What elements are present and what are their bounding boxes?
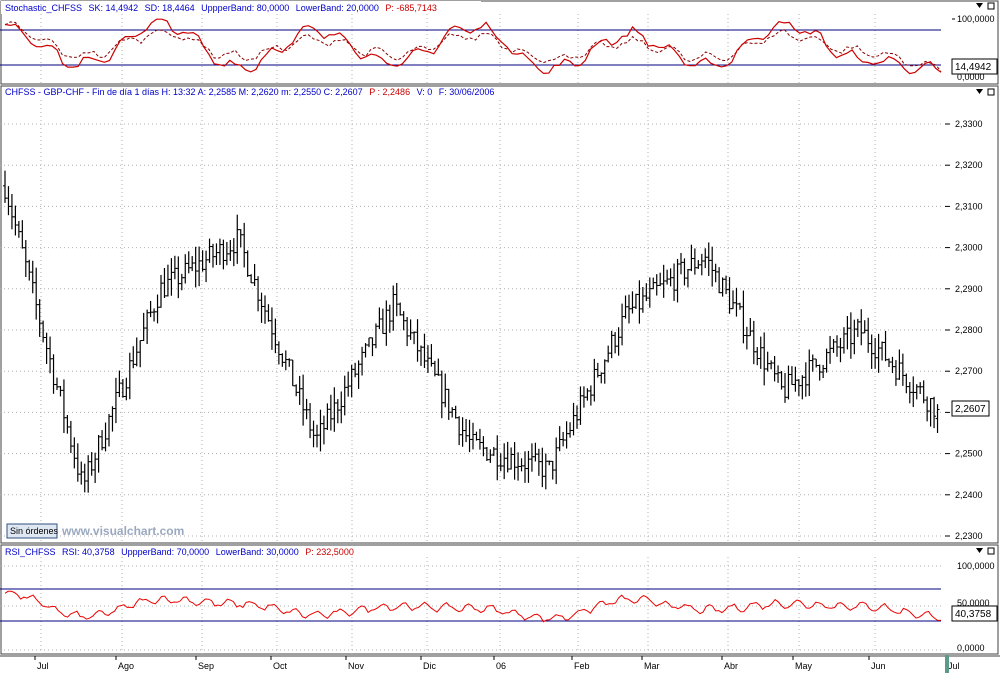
x-axis-month-label: Nov [348, 661, 365, 671]
x-axis-month-label: Ago [118, 661, 134, 671]
x-axis-month-label: Jul [948, 661, 960, 671]
price-axis-label: 2,2800 [955, 325, 983, 335]
stochastic-header: Stochastic_CHFSS SK: 14,4942 SD: 18,4464… [5, 3, 437, 13]
price-axis-label: 2,3300 [955, 119, 983, 129]
price-axis-label: 2,2700 [955, 366, 983, 376]
x-axis-month-label: Mar [644, 661, 660, 671]
chart-canvas: Stochastic_CHFSS SK: 14,4942 SD: 18,4464… [0, 0, 1000, 673]
sin-ordenes-label: Sin órdenes [10, 526, 59, 536]
x-axis-month-label: Jul [37, 661, 49, 671]
price-axis-label: 2,2400 [955, 490, 983, 500]
stochastic-axis-label-top: 100,0000 [957, 14, 995, 24]
price-current-value: 2,2607 [955, 404, 986, 415]
price-axis-label: 2,3000 [955, 243, 983, 253]
watermark: www.visualchart.com [61, 524, 184, 538]
price-axis-label: 2,3200 [955, 160, 983, 170]
stochastic-current-value: 14,4942 [955, 62, 992, 73]
rsi-current-value: 40,3758 [955, 609, 992, 620]
price-axis-label: 2,2300 [955, 531, 983, 541]
rsi-axis-label-top: 100,0000 [957, 561, 995, 571]
x-axis-month-label: Dic [423, 661, 436, 671]
price-axis-label: 2,2500 [955, 449, 983, 459]
price-header: CHFSS - GBP-CHF - Fin de día 1 días H: 1… [5, 87, 494, 97]
x-axis-month-label: Feb [574, 661, 590, 671]
price-axis-label: 2,2900 [955, 284, 983, 294]
x-axis-month-label: Abr [724, 661, 738, 671]
price-axis-label: 2,3100 [955, 201, 983, 211]
x-axis-month-label: 06 [496, 661, 506, 671]
x-axis-scroll-handle[interactable] [945, 655, 949, 673]
x-axis-month-label: Sep [198, 661, 214, 671]
rsi-axis-label-bottom: 0,0000 [957, 643, 985, 653]
x-axis-month-label: May [795, 661, 813, 671]
chart-window: Stochastic_CHFSS SK: 14,4942 SD: 18,4464… [0, 0, 1000, 673]
x-axis-month-label: Jun [871, 661, 886, 671]
x-axis-month-label: Oct [273, 661, 288, 671]
